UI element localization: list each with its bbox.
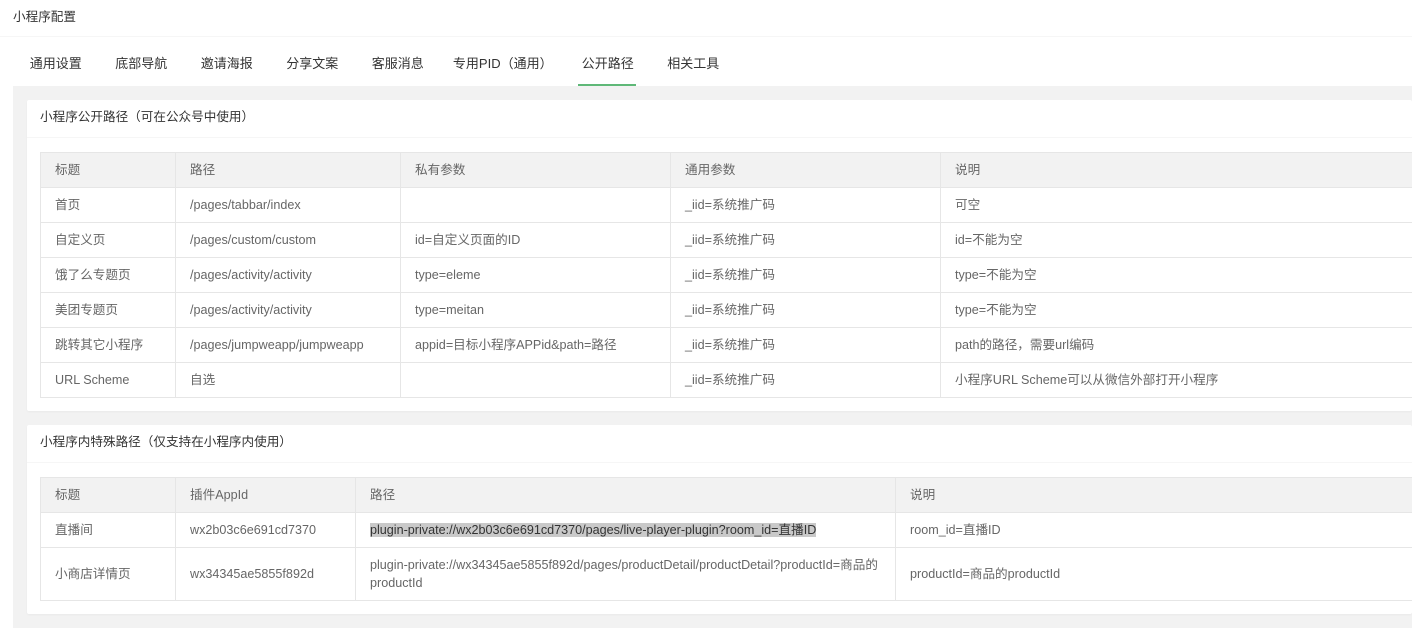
cell-description: path的路径，需要url编码 [940,327,1412,363]
cell-path: /pages/activity/activity [175,257,401,293]
column-header-description: 说明 [940,152,1412,188]
column-header-common-params: 通用参数 [670,152,941,188]
cell-private-params [400,362,671,398]
cell-title: 饿了么专题页 [40,257,176,293]
cell-common-params: _iid=系统推广码 [670,257,941,293]
cell-title: 小商店详情页 [40,547,176,601]
special-paths-card: 小程序内特殊路径（仅支持在小程序内使用） 标题 插件AppId 路径 说明 直播… [27,425,1412,614]
cell-plugin-appid: wx34345ae5855f892d [175,547,356,601]
table-header-row: 标题 路径 私有参数 通用参数 说明 [40,152,1412,188]
cell-private-params: type=eleme [400,257,671,293]
table-row: URL Scheme 自选 _iid=系统推广码 小程序URL Scheme可以… [40,362,1412,398]
selected-path-text: plugin-private://wx2b03c6e691cd7370/page… [370,523,817,537]
cell-path: /pages/tabbar/index [175,187,401,223]
tab-dedicated-pid[interactable]: 专用PID（通用） [441,46,566,86]
tab-bottom-navigation[interactable]: 底部导航 [99,46,185,86]
cell-description: id=不能为空 [940,222,1412,258]
table-row: 自定义页 /pages/custom/custom id=自定义页面的ID _i… [40,222,1412,258]
cell-title: 首页 [40,187,176,223]
page-title: 小程序配置 [0,0,1412,37]
public-paths-card: 小程序公开路径（可在公众号中使用） 标题 路径 私有参数 通用参数 说明 首页 … [27,100,1412,411]
tab-share-copy[interactable]: 分享文案 [270,46,356,86]
tab-related-tools[interactable]: 相关工具 [651,46,737,86]
cell-path: plugin-private://wx34345ae5855f892d/page… [355,547,896,601]
table-row: 直播间 wx2b03c6e691cd7370 plugin-private://… [40,512,1412,548]
column-header-title: 标题 [40,477,176,513]
content-area: 小程序公开路径（可在公众号中使用） 标题 路径 私有参数 通用参数 说明 首页 … [13,86,1412,628]
special-paths-card-title: 小程序内特殊路径（仅支持在小程序内使用） [27,425,1412,463]
table-body: 首页 /pages/tabbar/index _iid=系统推广码 可空 自定义… [40,187,1412,398]
table-row: 美团专题页 /pages/activity/activity type=meit… [40,292,1412,328]
cell-common-params: _iid=系统推广码 [670,292,941,328]
cell-common-params: _iid=系统推广码 [670,327,941,363]
cell-common-params: _iid=系统推广码 [670,187,941,223]
column-header-private-params: 私有参数 [400,152,671,188]
special-paths-table: 标题 插件AppId 路径 说明 直播间 wx2b03c6e691cd7370 … [40,477,1412,601]
cell-path: /pages/activity/activity [175,292,401,328]
column-header-path: 路径 [355,477,896,513]
table-row: 首页 /pages/tabbar/index _iid=系统推广码 可空 [40,187,1412,223]
public-paths-table: 标题 路径 私有参数 通用参数 说明 首页 /pages/tabbar/inde… [40,152,1412,398]
cell-path: 自选 [175,362,401,398]
cell-private-params: type=meitan [400,292,671,328]
tab-bar: 通用设置 底部导航 邀请海报 分享文案 客服消息 专用PID（通用） 公开路径 … [0,46,1412,86]
table-body: 直播间 wx2b03c6e691cd7370 plugin-private://… [40,512,1412,601]
table-head: 标题 路径 私有参数 通用参数 说明 [40,152,1412,188]
cell-plugin-appid: wx2b03c6e691cd7370 [175,512,356,548]
cell-common-params: _iid=系统推广码 [670,362,941,398]
public-paths-card-body: 标题 路径 私有参数 通用参数 说明 首页 /pages/tabbar/inde… [27,138,1412,411]
column-header-plugin-appid: 插件AppId [175,477,356,513]
cell-title: 美团专题页 [40,292,176,328]
column-header-title: 标题 [40,152,176,188]
cell-path: plugin-private://wx2b03c6e691cd7370/page… [355,512,896,548]
cell-common-params: _iid=系统推广码 [670,222,941,258]
cell-description: 小程序URL Scheme可以从微信外部打开小程序 [940,362,1412,398]
cell-private-params: appid=目标小程序APPid&path=路径 [400,327,671,363]
tab-public-paths[interactable]: 公开路径 [565,46,651,86]
cell-description: 可空 [940,187,1412,223]
table-row: 饿了么专题页 /pages/activity/activity type=ele… [40,257,1412,293]
table-head: 标题 插件AppId 路径 说明 [40,477,1412,513]
public-paths-card-title: 小程序公开路径（可在公众号中使用） [27,100,1412,138]
special-paths-card-body: 标题 插件AppId 路径 说明 直播间 wx2b03c6e691cd7370 … [27,463,1412,614]
tab-invite-poster[interactable]: 邀请海报 [184,46,270,86]
cell-description: productId=商品的productId [895,547,1412,601]
column-header-path: 路径 [175,152,401,188]
tab-general-settings[interactable]: 通用设置 [13,46,99,86]
table-row: 跳转其它小程序 /pages/jumpweapp/jumpweapp appid… [40,327,1412,363]
cell-private-params: id=自定义页面的ID [400,222,671,258]
cell-description: room_id=直播ID [895,512,1412,548]
cell-private-params [400,187,671,223]
table-header-row: 标题 插件AppId 路径 说明 [40,477,1412,513]
cell-path: /pages/custom/custom [175,222,401,258]
cell-title: 直播间 [40,512,176,548]
table-row: 小商店详情页 wx34345ae5855f892d plugin-private… [40,547,1412,601]
cell-path: /pages/jumpweapp/jumpweapp [175,327,401,363]
cell-description: type=不能为空 [940,292,1412,328]
cell-description: type=不能为空 [940,257,1412,293]
cell-title: 跳转其它小程序 [40,327,176,363]
tab-customer-service-message[interactable]: 客服消息 [355,46,441,86]
column-header-description: 说明 [895,477,1412,513]
cell-title: 自定义页 [40,222,176,258]
cell-title: URL Scheme [40,362,176,398]
